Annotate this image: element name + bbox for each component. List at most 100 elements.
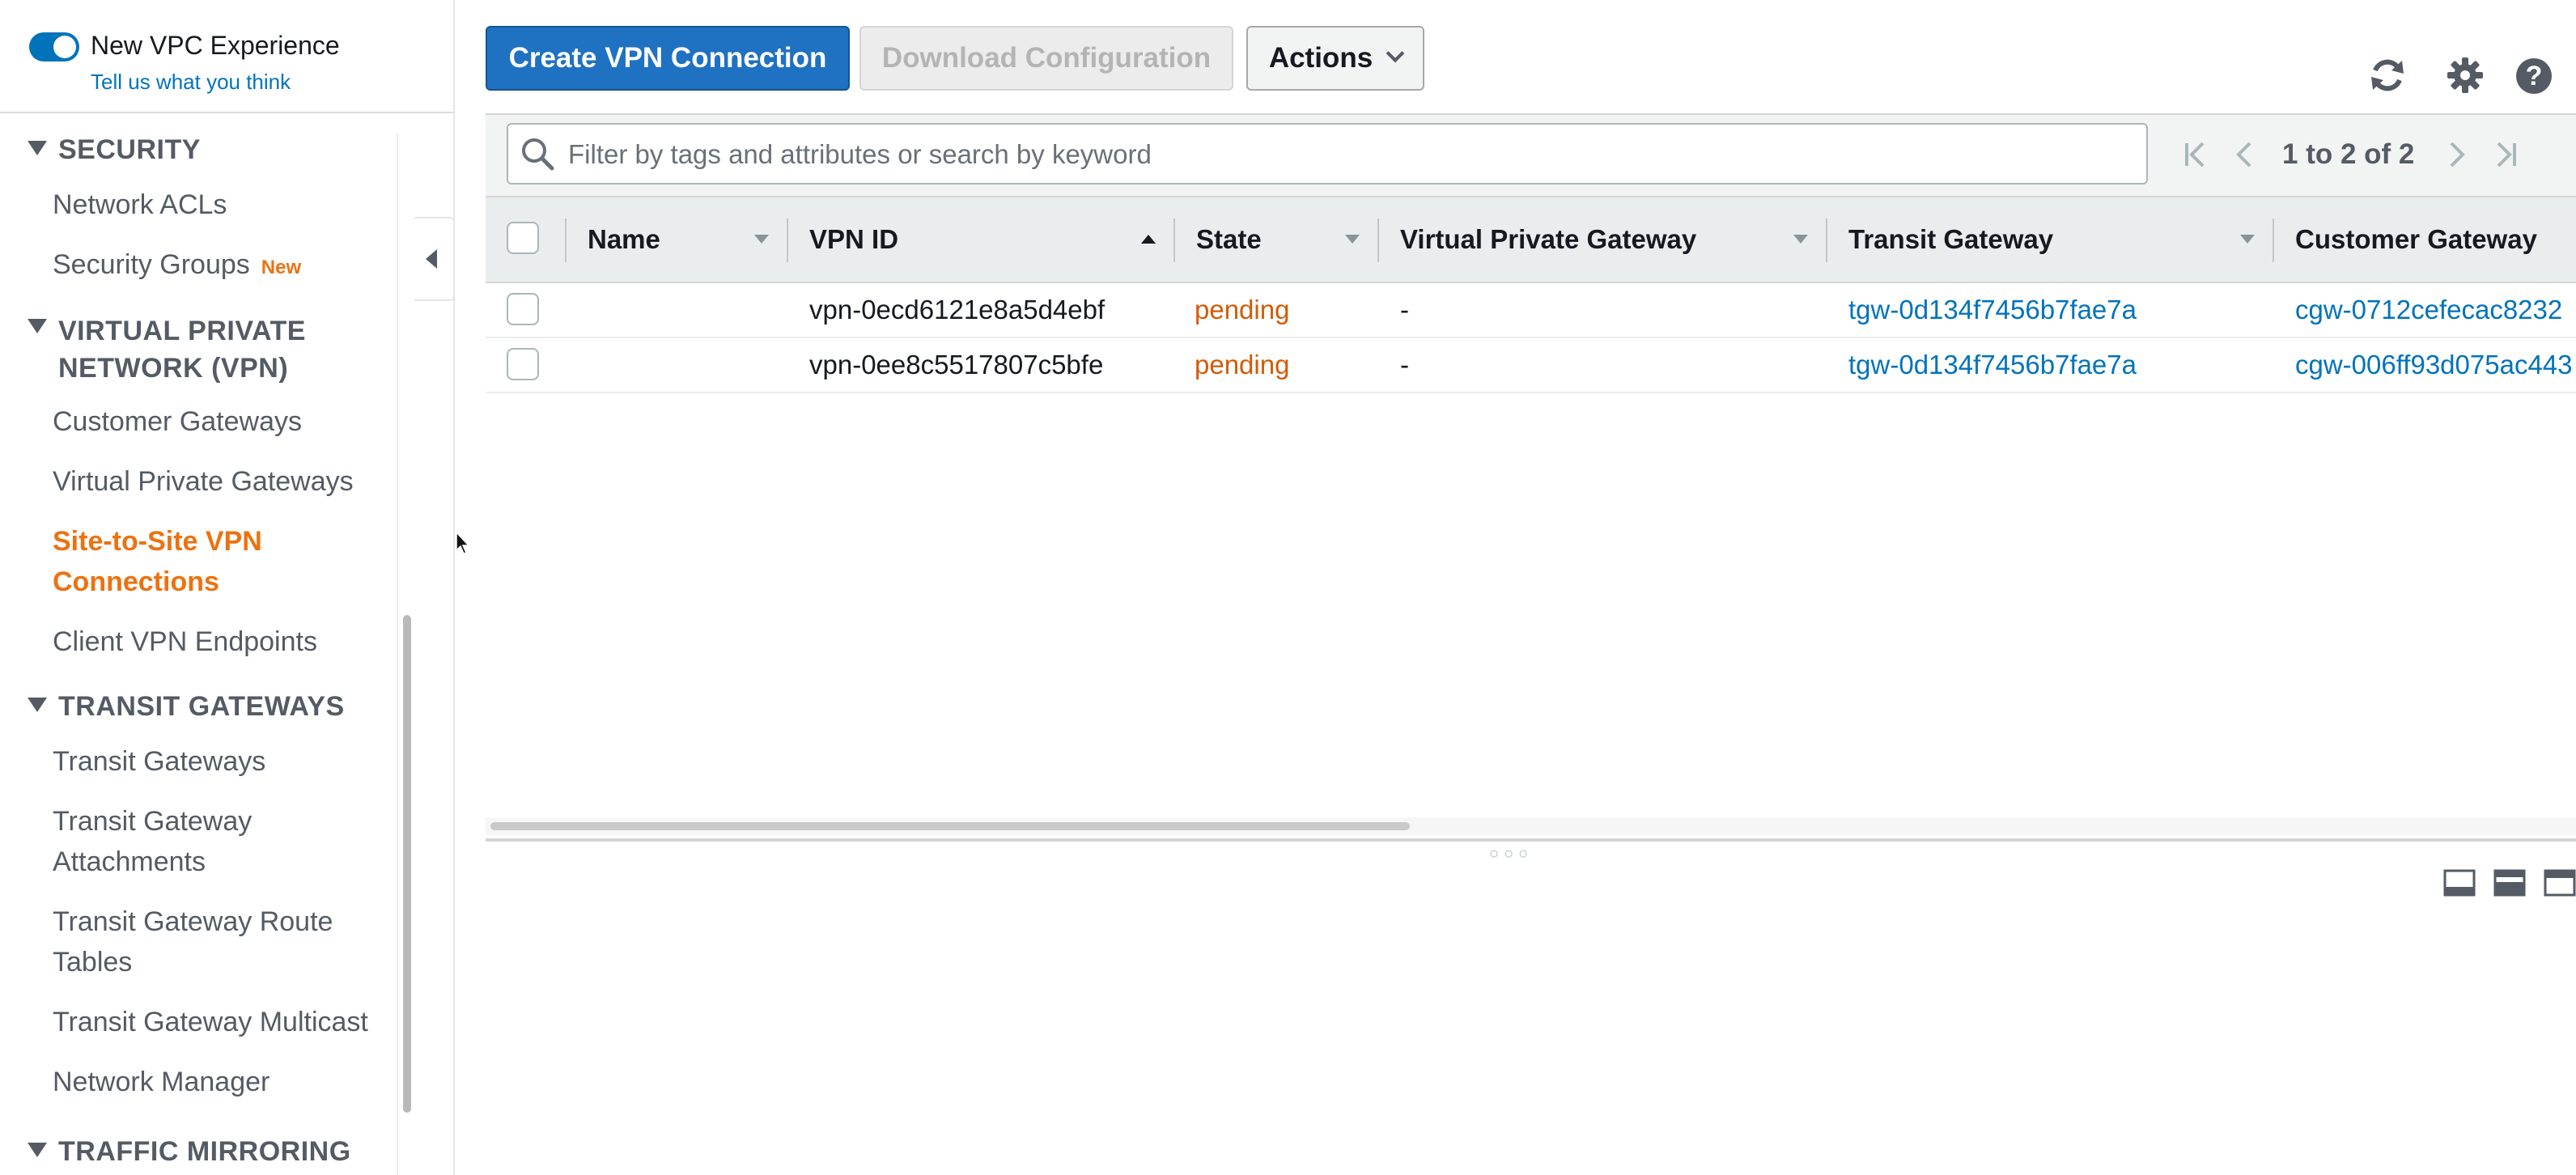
column-header-label: VPN ID [809,224,899,254]
column-header-transit-gateway[interactable]: Transit Gateway [1826,197,2273,282]
search-box[interactable] [507,123,2148,185]
refresh-icon[interactable] [2366,53,2409,97]
customer-gateway-link[interactable]: cgw-0712cefecac8232 [2295,283,2562,337]
toolbar-icons: ? [2366,53,2576,102]
cell-virtual-private-gateway: - [1400,295,1409,325]
sidebar-item-customer-gateways[interactable]: Customer Gateways [53,401,302,442]
chevron-down-icon [1386,44,1405,63]
customer-gateway-link[interactable]: cgw-006ff93d075ac443 [2295,338,2573,392]
toggle-knob [53,36,76,58]
collapse-triangle-icon [28,319,47,334]
mouse-cursor-icon [456,531,470,554]
sidebar-item-tgw-route-tables[interactable]: Transit Gateway Route Tables [53,901,333,982]
sidebar-item-label-line1: Site-to-Site VPN [53,526,262,557]
sidebar-item-client-vpn-endpoints[interactable]: Client VPN Endpoints [53,621,317,662]
column-header-label: Name [588,224,660,254]
section-vpn-label-line2: NETWORK (VPN) [58,353,289,384]
cell-vpn-id: vpn-0ecd6121e8a5d4ebf [809,295,1106,325]
next-page-icon[interactable] [2438,134,2476,175]
row-checkbox[interactable] [507,348,539,380]
select-all-checkbox[interactable] [507,222,539,254]
collapse-triangle-icon [28,698,47,713]
row-checkbox[interactable] [507,293,539,325]
sidebar-item-tgw-multicast[interactable]: Transit Gateway Multicast [53,1002,368,1042]
sidebar: New VPC Experience Tell us what you thin… [0,0,455,1175]
column-header-state[interactable]: State [1173,197,1377,282]
create-vpn-connection-button[interactable]: Create VPN Connection [486,26,850,91]
previous-page-icon[interactable] [2226,134,2263,175]
table-row[interactable]: vpn-0ecd6121e8a5d4ebf pending - tgw-0d13… [486,283,2576,338]
column-header-label: State [1196,224,1262,254]
column-header-customer-gateway[interactable]: Customer Gateway [2273,197,2576,282]
table-row[interactable]: vpn-0ee8c5517807c5bfe pending - tgw-0d13… [486,338,2576,393]
cell-state: pending [1195,295,1290,325]
search-input[interactable] [567,125,2124,185]
column-header-vpn-id[interactable]: VPN ID [787,197,1173,282]
column-header-virtual-private-gateway[interactable]: Virtual Private Gateway [1377,197,1826,282]
horizontal-scrollbar-thumb[interactable] [490,822,1410,830]
table-header: Name VPN ID State Virtual Private Gatewa… [486,196,2576,283]
section-vpn-label-line1: VIRTUAL PRIVATE [58,316,306,346]
sidebar-item-virtual-private-gateways[interactable]: Virtual Private Gateways [53,461,354,502]
pagination: 1 to 2 of 2 [2177,126,2536,183]
sidebar-item-label-line2: Attachments [53,846,206,877]
main-content: Create VPN Connection Download Configura… [486,0,2576,1175]
collapse-triangle-icon [28,141,47,156]
last-page-icon[interactable] [2487,134,2524,175]
collapse-sidebar-button[interactable] [414,217,453,301]
layout-bottom-medium-icon[interactable] [2493,866,2526,898]
split-panel-divider[interactable] [486,838,2576,842]
first-page-icon[interactable] [2177,134,2214,175]
section-transit-gateways[interactable]: TRANSIT GATEWAYS [28,691,345,723]
sidebar-item-network-acls[interactable]: Network ACLs [53,185,227,225]
section-traffic-mirroring[interactable]: TRAFFIC MIRRORING [28,1136,351,1168]
section-transit-label: TRANSIT GATEWAYS [58,691,345,722]
sidebar-item-label: Security Groups [53,249,250,280]
layout-bottom-small-icon[interactable] [2443,866,2476,898]
search-icon [522,138,554,171]
filter-bar: 1 to 2 of 2 [486,115,2576,196]
column-header-label: Customer Gateway [2295,224,2537,254]
column-header-label: Virtual Private Gateway [1400,224,1697,254]
actions-dropdown-button[interactable]: Actions [1246,26,1424,91]
download-configuration-button[interactable]: Download Configuration [859,26,1233,91]
sidebar-item-transit-gateways[interactable]: Transit Gateways [53,741,265,782]
new-badge: New [261,257,302,278]
divider [0,112,453,113]
pagination-text: 1 to 2 of 2 [2282,138,2415,170]
section-security[interactable]: SECURITY [28,134,201,166]
resize-handle-icon[interactable]: ○○○ [1489,845,1533,863]
new-vpc-experience-toggle[interactable] [29,32,79,62]
sort-ascending-icon [1141,235,1156,244]
section-security-label: SECURITY [58,134,201,165]
sidebar-item-label-line2: Tables [53,947,133,978]
actions-label: Actions [1268,42,1373,74]
vpn-connections-table-panel: 1 to 2 of 2 Name VPN ID State [486,113,2576,843]
sidebar-scrollbar-thumb[interactable] [403,615,411,1113]
transit-gateway-link[interactable]: tgw-0d134f7456b7fae7a [1848,338,2137,392]
sort-caret-icon [1345,235,1360,244]
sort-caret-icon [2240,235,2255,244]
sidebar-item-security-groups[interactable]: Security Groups New [53,244,301,288]
sidebar-item-network-manager[interactable]: Network Manager [53,1062,269,1102]
panel-layout-icons [2425,866,2576,901]
transit-gateway-link[interactable]: tgw-0d134f7456b7fae7a [1848,283,2137,337]
sort-caret-icon [1793,235,1808,244]
feedback-link[interactable]: Tell us what you think [91,70,291,95]
gear-icon[interactable] [2443,53,2487,97]
section-vpn[interactable]: VIRTUAL PRIVATE NETWORK (VPN) [28,312,306,387]
sidebar-item-label-line1: Transit Gateway [53,806,253,837]
layout-top-only-icon[interactable] [2544,866,2576,898]
collapse-triangle-icon [28,1143,47,1158]
section-traffic-label: TRAFFIC MIRRORING [58,1136,351,1167]
help-icon[interactable]: ? [2516,58,2552,94]
sidebar-item-site-to-site-vpn[interactable]: Site-to-Site VPN Connections [53,521,262,602]
section-vpn-label: VIRTUAL PRIVATE NETWORK (VPN) [58,312,306,387]
sidebar-item-label-line2: Connections [53,566,219,597]
new-vpc-experience-title: New VPC Experience [91,31,340,60]
column-header-name[interactable]: Name [565,197,787,282]
column-header-label: Transit Gateway [1848,224,2054,254]
cell-vpn-id: vpn-0ee8c5517807c5bfe [809,350,1104,380]
sidebar-item-tgw-attachments[interactable]: Transit Gateway Attachments [53,801,252,882]
sort-caret-icon [754,235,769,244]
